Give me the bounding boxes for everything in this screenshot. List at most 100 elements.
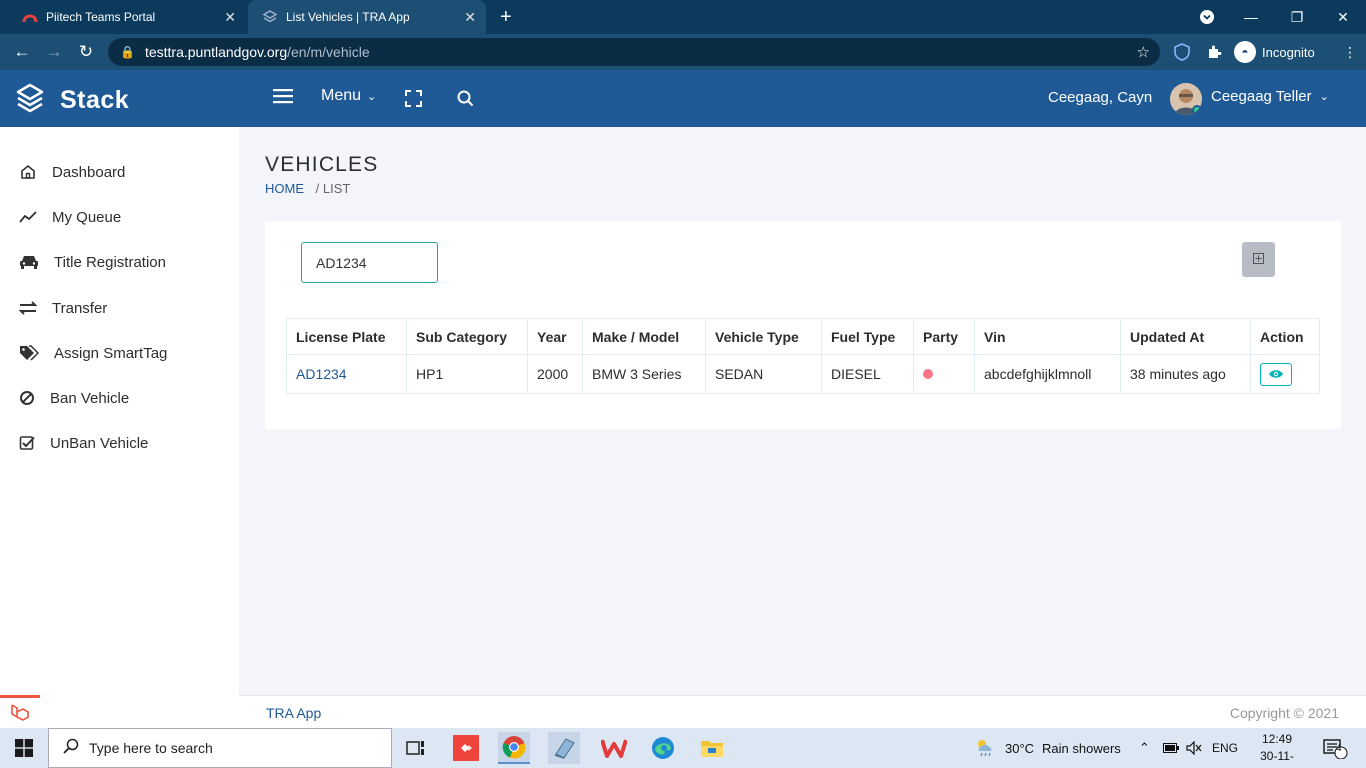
weather-widget[interactable]: 30°C Rain showers [975,728,1121,768]
column-header[interactable]: Vehicle Type [705,318,822,355]
edge-icon[interactable] [647,732,679,764]
close-tab-icon[interactable]: ✕ [224,9,236,26]
page-footer: TRA App Copyright © 2021 [239,695,1366,728]
search-input[interactable] [301,242,438,283]
file-explorer-icon[interactable] [696,732,728,764]
bookmark-star-icon[interactable]: ☆ [1137,43,1150,61]
weather-temp: 30°C [1005,740,1035,756]
url-host: testtra.puntlandgov.org [144,44,288,60]
search-icon[interactable] [457,90,474,107]
page-title: VEHICLES [265,153,379,176]
chrome-icon[interactable] [498,732,530,764]
address-bar[interactable]: 🔒 testtra.puntlandgov.org/en/m/vehicle ☆ [108,38,1160,66]
menu-dropdown[interactable]: Menu ⌄ [321,87,376,105]
browser-menu-icon[interactable]: ⋮ [1340,42,1360,62]
column-header[interactable]: Fuel Type [821,318,914,355]
breadcrumb-current: / LIST [315,181,351,196]
sidebar-item-dashboard[interactable]: Dashboard [18,161,125,183]
weather-text: Rain showers [1042,740,1121,756]
battery-icon[interactable] [1163,728,1179,768]
table-row: AD1234 HP1 2000 BMW 3 Series SEDAN DIESE… [286,354,1320,394]
sidebar-item-label: Transfer [52,299,108,317]
anydesk-icon[interactable] [450,732,482,764]
column-header[interactable]: Sub Category [406,318,528,355]
taskbar-search-input[interactable]: Type here to search [48,728,392,768]
close-tab-icon[interactable]: ✕ [464,9,476,26]
taskbar-search-placeholder: Type here to search [89,740,213,756]
hamburger-menu-icon[interactable] [273,88,293,104]
license-plate-link[interactable]: AD1234 [286,354,407,394]
exchange-icon [18,298,38,318]
volume-muted-icon[interactable] [1186,728,1202,768]
add-vehicle-button[interactable] [1242,242,1275,277]
language-indicator[interactable]: ENG [1212,728,1238,768]
minimize-icon[interactable]: — [1228,0,1274,34]
fullscreen-icon[interactable] [405,90,422,107]
column-header[interactable]: Vin [974,318,1121,355]
sidebar-item-transfer[interactable]: Transfer [18,297,107,319]
incognito-indicator[interactable]: ◓ Incognito [1234,40,1315,64]
sidebar-item-title-registration[interactable]: Title Registration [18,251,166,273]
back-icon[interactable]: ← [10,40,34,64]
clock-date: 30-11-2021 [1260,749,1294,768]
party-status-dot [923,369,933,379]
sidebar-item-unban-vehicle[interactable]: UnBan Vehicle [18,432,148,454]
system-clock[interactable]: 12:49 30-11-2021 [1247,731,1307,768]
file-app-icon[interactable] [548,732,580,764]
notifications-icon[interactable]: 4 [1322,728,1348,768]
eye-icon [1268,366,1284,382]
brand-logo[interactable]: Stack [16,83,129,118]
wps-office-icon[interactable] [598,732,630,764]
tab-title: Piitech Teams Portal [46,10,156,24]
footer-app-link[interactable]: TRA App [266,705,321,721]
browser-tab-vehicles[interactable]: List Vehicles | TRA App ✕ [248,0,486,34]
column-header[interactable]: License Plate [286,318,407,355]
breadcrumb-home-link[interactable]: HOME [265,181,304,196]
extensions-puzzle-icon[interactable] [1204,42,1224,62]
column-header[interactable]: Make / Model [582,318,706,355]
sidebar-item-my-queue[interactable]: My Queue [18,206,121,228]
vehicles-card: License Plate Sub Category Year Make / M… [265,221,1341,429]
tab-title: List Vehicles | TRA App [286,10,410,24]
view-vehicle-button[interactable] [1260,362,1292,386]
column-header[interactable]: Party [913,318,975,355]
sidebar-item-label: UnBan Vehicle [50,434,149,452]
sidebar-item-assign-smarttag[interactable]: Assign SmartTag [18,342,167,364]
cell-year: 2000 [527,354,583,394]
task-view-icon[interactable] [400,732,432,764]
clock-time: 12:49 [1261,732,1293,746]
forward-icon[interactable]: → [42,40,66,64]
ban-icon [18,388,36,408]
reload-icon[interactable]: ↻ [74,40,98,64]
cell-updated-at: 38 minutes ago [1120,354,1251,394]
cell-party [913,354,975,394]
column-header[interactable]: Year [527,318,583,355]
brand-name: Stack [60,86,130,114]
sidebar-item-ban-vehicle[interactable]: Ban Vehicle [18,387,129,409]
sidebar-item-label: Ban Vehicle [50,389,130,407]
avatar[interactable] [1170,83,1202,115]
online-status-dot [1192,105,1202,115]
menu-label: Menu [321,87,362,104]
restore-icon[interactable]: ❐ [1274,0,1320,34]
windows-taskbar: Type here to search 30°C Rain showers ⌃ … [0,728,1366,768]
tab-search-icon[interactable] [1184,0,1230,34]
show-hidden-icons-icon[interactable]: ⌃ [1139,728,1150,768]
cell-vehicle-type: SEDAN [705,354,822,394]
app-header: Stack Menu ⌄ Ceegaag, Cayn Ceegaag Telle… [0,70,1366,127]
new-tab-icon[interactable]: + [500,6,512,29]
chevron-down-icon: ⌄ [367,90,377,103]
extension-shield-icon[interactable] [1172,42,1192,62]
sidebar-item-label: Dashboard [52,163,126,181]
cell-sub-category: HP1 [406,354,528,394]
close-window-icon[interactable]: ✕ [1320,0,1366,34]
column-header[interactable]: Updated At [1120,318,1251,355]
laravel-debugbar-icon[interactable] [0,695,40,728]
user-menu[interactable]: Ceegaag Teller ⌄ [1211,88,1329,105]
search-icon [63,738,79,759]
incognito-label: Incognito [1262,44,1315,60]
tags-icon [18,343,40,363]
rain-cloud-icon [975,737,997,760]
windows-start-icon[interactable] [0,728,48,768]
browser-tab-piitech[interactable]: Piitech Teams Portal ✕ [8,0,246,34]
